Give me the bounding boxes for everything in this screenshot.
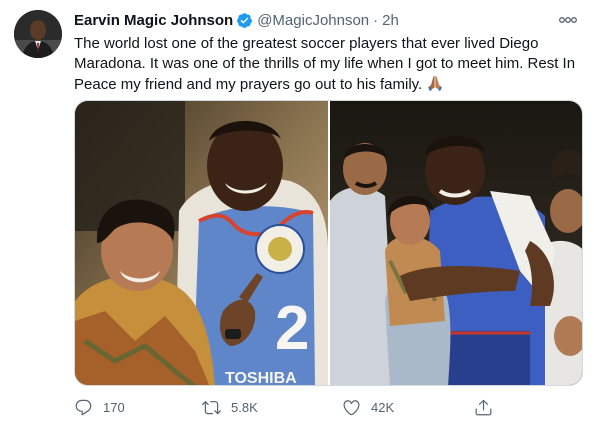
retweet-icon: [202, 400, 221, 414]
verified-badge-icon: [237, 12, 253, 28]
like-button[interactable]: 42K: [342, 398, 474, 417]
reply-button[interactable]: 170: [74, 398, 202, 417]
photo-1[interactable]: 2 TOSHIBA: [75, 101, 328, 385]
like-icon: [343, 399, 360, 415]
action-bar: 170 5.8K 42K: [74, 395, 584, 419]
photo-2-image: [329, 101, 582, 385]
reply-icon: [75, 399, 92, 415]
photo-2[interactable]: [329, 101, 582, 385]
tweet-text: The world lost one of the greatest socce…: [74, 35, 576, 93]
media-grid: 2 TOSHIBA: [74, 100, 583, 386]
avatar[interactable]: [14, 10, 62, 58]
retweet-count: 5.8K: [231, 399, 258, 415]
separator-dot: ·: [373, 11, 379, 29]
tweet-text-block: The world lost one of the greatest socce…: [74, 34, 584, 95]
photo-1-image: 2 TOSHIBA: [75, 101, 328, 385]
avatar-image: [14, 10, 62, 58]
jersey-number: 2: [275, 294, 309, 363]
display-name[interactable]: Earvin Magic Johnson: [74, 12, 233, 29]
tweet-header: Earvin Magic Johnson @MagicJohnson · 2h: [74, 10, 574, 30]
reply-count: 170: [103, 399, 125, 415]
like-count: 42K: [371, 399, 395, 415]
tweet[interactable]: Earvin Magic Johnson @MagicJohnson · 2h …: [0, 0, 594, 426]
jersey-sponsor: TOSHIBA: [225, 370, 297, 385]
share-button[interactable]: [474, 398, 493, 417]
share-icon: [475, 399, 492, 415]
more-icon[interactable]: [556, 12, 580, 28]
retweet-button[interactable]: 5.8K: [202, 398, 342, 417]
folded-hands-icon: [428, 76, 443, 91]
handle[interactable]: @MagicJohnson: [257, 12, 369, 29]
timestamp[interactable]: 2h: [382, 12, 399, 29]
